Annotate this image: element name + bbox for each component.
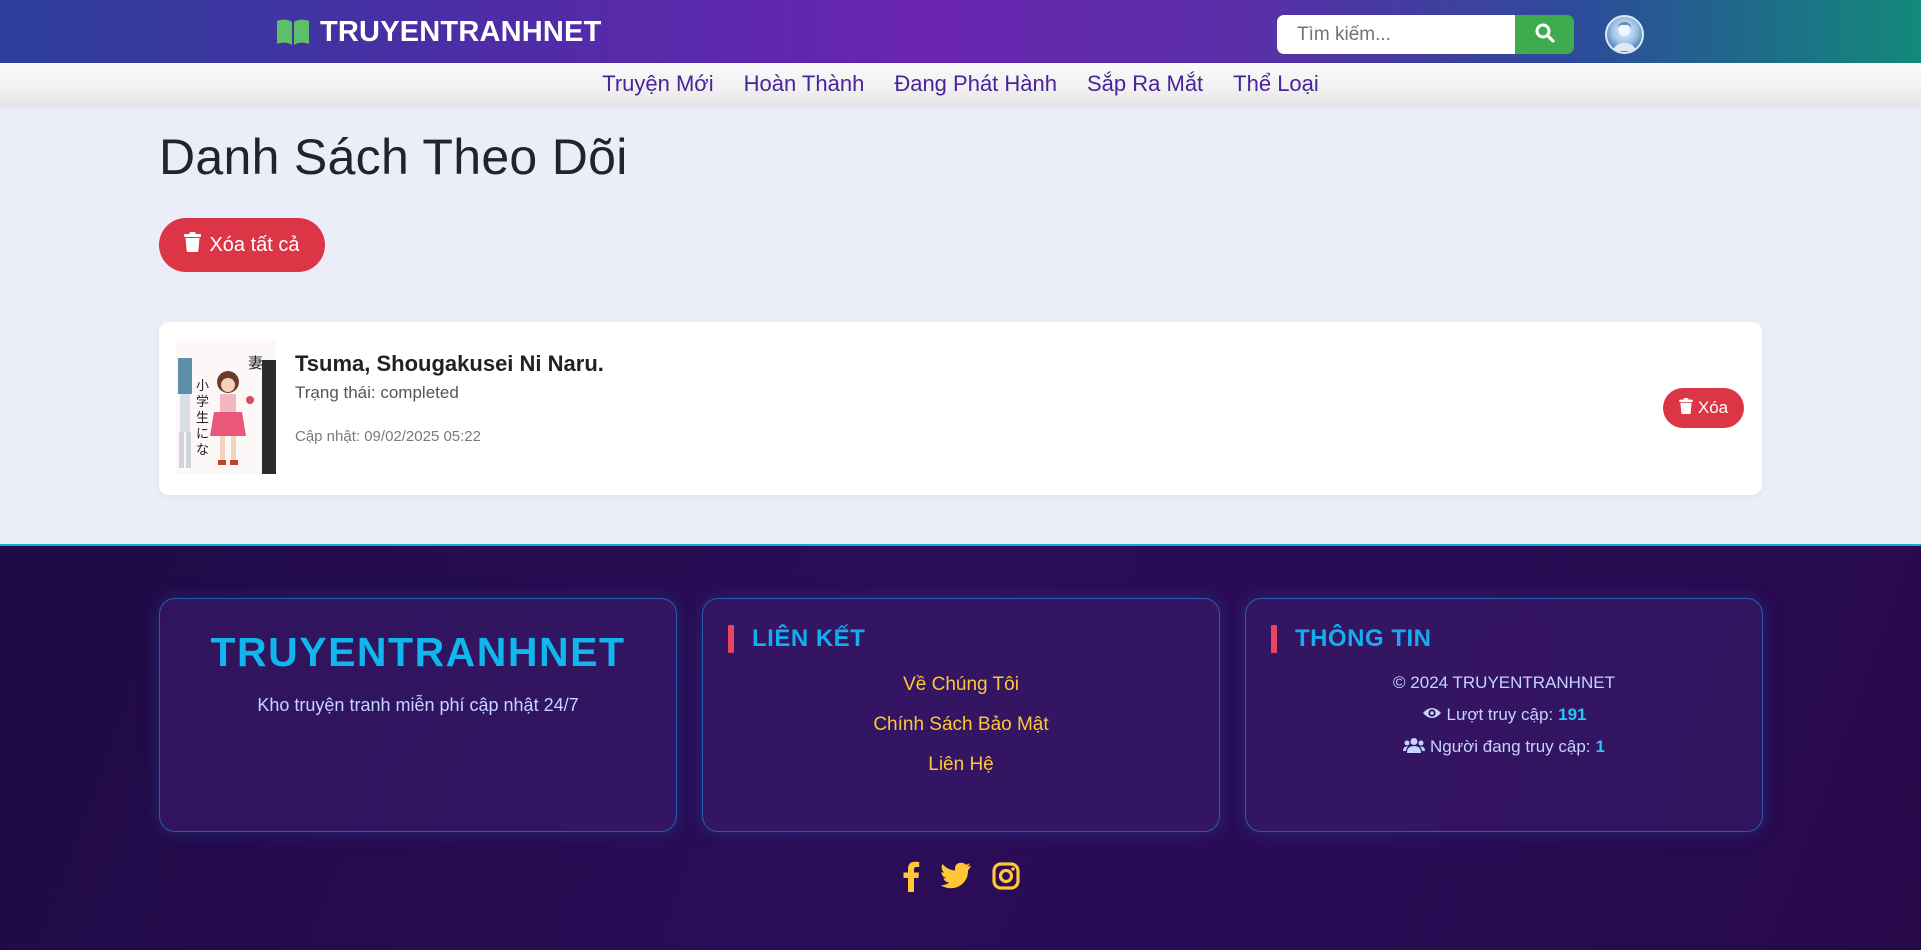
footer-links-heading: LIÊN KẾT: [728, 625, 865, 653]
svg-text:生: 生: [196, 411, 209, 426]
remove-item-button[interactable]: Xóa: [1663, 388, 1744, 428]
manga-title[interactable]: Tsuma, Shougakusei Ni Naru.: [295, 351, 604, 377]
manga-updated-time: Cập nhật: 09/02/2025 05:22: [295, 428, 481, 445]
footer-brand: TRUYENTRANHNET: [210, 629, 626, 675]
brand-name: TRUYENTRANHNET: [320, 15, 602, 48]
nav-dang-phat-hanh[interactable]: Đang Phát Hành: [894, 71, 1057, 97]
nav-sap-ra-mat[interactable]: Sắp Ra Mắt: [1087, 71, 1203, 97]
trash-icon: [184, 232, 202, 258]
visits-label: Lượt truy cập:: [1446, 705, 1554, 724]
footer-copyright: © 2024 TRUYENTRANHNET: [1246, 667, 1762, 699]
eye-icon: [1422, 705, 1442, 725]
remove-item-label: Xóa: [1697, 398, 1729, 417]
clear-all-label: Xóa tất cả: [209, 233, 300, 256]
main-nav: Truyện Mới Hoàn Thành Đang Phát Hành Sắp…: [0, 63, 1921, 105]
svg-text:に: に: [196, 427, 209, 442]
instagram-icon[interactable]: [991, 862, 1020, 890]
clear-all-button[interactable]: Xóa tất cả: [159, 218, 325, 272]
nav-the-loai[interactable]: Thể Loại: [1233, 71, 1319, 97]
page-title: Danh Sách Theo Dõi: [159, 129, 628, 185]
footer-link-about[interactable]: Về Chúng Tôi: [703, 673, 1219, 713]
online-count: 1: [1595, 737, 1605, 756]
nav-truyen-moi[interactable]: Truyện Mới: [602, 71, 713, 97]
copyright-text: © 2024 TRUYENTRANHNET: [1393, 673, 1615, 692]
manga-cover[interactable]: 妻 小 学 生 に な: [176, 340, 276, 474]
nav-hoan-thanh[interactable]: Hoàn Thành: [744, 71, 865, 97]
user-avatar[interactable]: [1605, 15, 1644, 54]
heading-accent-bar: [728, 625, 734, 653]
users-icon: [1403, 737, 1426, 758]
followed-manga-card: 妻 小 学 生 に な Tsuma, Shougakusei Ni Naru. …: [159, 322, 1762, 495]
search-icon: [1535, 23, 1555, 46]
social-links: [0, 860, 1921, 892]
footer-info-list: © 2024 TRUYENTRANHNET Lượt truy cập: 191: [1246, 667, 1762, 763]
footer-tagline: Kho truyện tranh miễn phí cập nhật 24/7: [257, 695, 579, 715]
footer-links-list: Về Chúng Tôi Chính Sách Bảo Mật Liên Hệ: [703, 673, 1219, 793]
site-logo[interactable]: TRUYENTRANHNET: [276, 14, 602, 50]
manga-status: Trạng thái: completed: [295, 383, 459, 402]
online-label: Người đang truy cập:: [1430, 737, 1591, 756]
svg-text:妻: 妻: [248, 354, 263, 372]
search-button[interactable]: [1515, 15, 1574, 54]
heading-accent-bar: [1271, 625, 1277, 653]
top-header: TRUYENTRANHNET: [0, 0, 1921, 63]
footer-info-card: THÔNG TIN © 2024 TRUYENTRANHNET Lượt tru…: [1245, 598, 1763, 832]
book-icon: [276, 18, 310, 46]
footer-link-contact[interactable]: Liên Hệ: [703, 753, 1219, 793]
trash-icon: [1679, 397, 1693, 419]
footer-visits: Lượt truy cập: 191: [1246, 699, 1762, 731]
footer-online: Người đang truy cập: 1: [1246, 731, 1762, 763]
footer-about-card: TRUYENTRANHNET Kho truyện tranh miễn phí…: [159, 598, 677, 832]
visits-count: 191: [1558, 705, 1587, 724]
facebook-icon[interactable]: [902, 860, 920, 892]
links-heading-text: LIÊN KẾT: [752, 625, 866, 652]
svg-text:な: な: [196, 443, 209, 458]
svg-text:学: 学: [196, 394, 209, 410]
footer-info-heading: THÔNG TIN: [1271, 625, 1432, 653]
twitter-icon[interactable]: [940, 862, 972, 890]
footer-link-privacy[interactable]: Chính Sách Bảo Mật: [703, 713, 1219, 753]
search-input[interactable]: [1277, 15, 1515, 54]
svg-text:小: 小: [196, 379, 209, 394]
site-footer: TRUYENTRANHNET Kho truyện tranh miễn phí…: [0, 544, 1921, 950]
info-heading-text: THÔNG TIN: [1295, 625, 1432, 652]
footer-links-card: LIÊN KẾT Về Chúng Tôi Chính Sách Bảo Mật…: [702, 598, 1220, 832]
